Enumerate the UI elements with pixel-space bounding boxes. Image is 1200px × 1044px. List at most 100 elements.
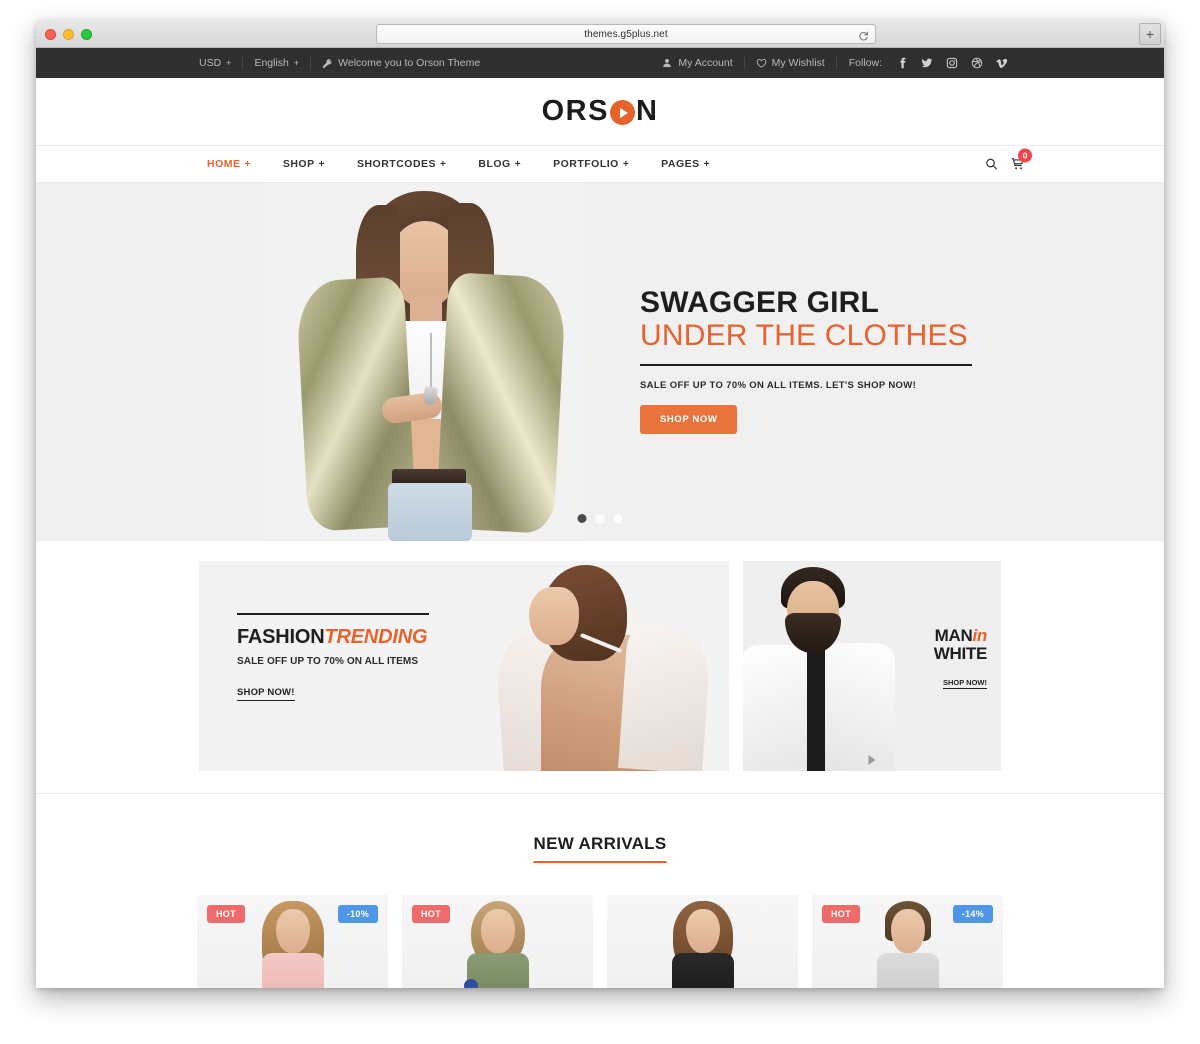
divider xyxy=(835,57,837,69)
my-account-label: My Account xyxy=(678,57,733,69)
welcome-message: Welcome you to Orson Theme xyxy=(311,57,491,69)
minimize-button[interactable] xyxy=(63,29,74,40)
banner-fashion-trending[interactable]: FASHIONTRENDING SALE OFF UP TO 70% ON AL… xyxy=(199,561,729,771)
banner-left-divider xyxy=(237,613,429,615)
banner-right-shop-now-link[interactable]: SHOP NOW! xyxy=(942,678,987,689)
facebook-icon[interactable] xyxy=(896,57,908,69)
hero-slider[interactable]: SWAGGER GIRL UNDER THE CLOTHES SALE OFF … xyxy=(36,183,1164,541)
window-controls xyxy=(45,29,92,40)
nav-label: PAGES xyxy=(661,158,700,170)
play-triangle-icon[interactable] xyxy=(868,755,876,765)
topbar-left: USD + English + Welcome you to Orson The… xyxy=(188,57,491,69)
new-arrivals-section: NEW ARRIVALS HOT -10% HOT HOT -14% xyxy=(36,794,1164,988)
follow-label: Follow: xyxy=(848,57,882,69)
chevron-down-icon: + xyxy=(226,58,232,68)
badge-hot: HOT xyxy=(822,905,860,923)
my-wishlist-label: My Wishlist xyxy=(771,57,825,69)
chevron-down-icon: + xyxy=(440,158,447,170)
close-button[interactable] xyxy=(45,29,56,40)
browser-titlebar: themes.g5plus.net + xyxy=(36,20,1164,48)
my-account-link[interactable]: My Account xyxy=(651,57,743,69)
logo-text-part1: ORS xyxy=(541,95,609,127)
banner-left-title: FASHIONTRENDING xyxy=(237,626,429,649)
currency-selector[interactable]: USD + xyxy=(188,57,242,69)
product-image-1 xyxy=(245,895,341,988)
new-tab-button[interactable]: + xyxy=(1139,23,1161,45)
nav-item-home[interactable]: HOME + xyxy=(191,158,267,170)
vimeo-icon[interactable] xyxy=(996,57,1008,69)
hero-subtitle: UNDER THE CLOTHES xyxy=(640,319,968,353)
url-text: themes.g5plus.net xyxy=(584,28,668,40)
nav-item-portfolio[interactable]: PORTFOLIO + xyxy=(537,158,645,170)
language-selector[interactable]: English + xyxy=(243,57,310,69)
banner-right-title-accent: in xyxy=(972,626,987,645)
product-card-4[interactable]: HOT -14% xyxy=(812,895,1003,988)
slider-dot-2[interactable] xyxy=(595,514,605,523)
reload-icon[interactable] xyxy=(858,29,869,41)
hero-divider xyxy=(640,363,972,366)
chevron-down-icon: + xyxy=(622,158,630,170)
dribbble-icon[interactable] xyxy=(971,57,983,69)
cart-button[interactable]: 0 xyxy=(1011,148,1032,171)
zoom-button[interactable] xyxy=(81,29,92,40)
social-links xyxy=(896,57,1008,69)
nav-item-shop[interactable]: SHOP + xyxy=(267,158,341,170)
nav-label: HOME xyxy=(207,158,241,170)
banner-left-image xyxy=(483,561,713,771)
badge-sale: -14% xyxy=(952,905,993,923)
banner-man-in-white[interactable]: MANin WHITE SHOP NOW! xyxy=(743,561,1001,771)
chevron-down-icon: + xyxy=(703,158,710,170)
banner-left-title-main: FASHION xyxy=(237,626,325,648)
nav-item-pages[interactable]: PAGES + xyxy=(645,158,726,170)
my-wishlist-link[interactable]: My Wishlist xyxy=(745,57,836,69)
currency-label: USD xyxy=(199,57,222,69)
site-logo[interactable]: ORS N xyxy=(542,95,659,128)
banner-right-title: MANin xyxy=(934,626,988,645)
banner-left-text: FASHIONTRENDING SALE OFF UP TO 70% ON AL… xyxy=(237,613,429,701)
hero-text-block: SWAGGER GIRL UNDER THE CLOTHES SALE OFF … xyxy=(640,286,1060,434)
banner-right-image xyxy=(743,561,905,771)
product-image-2 xyxy=(450,895,546,988)
hero-description: SALE OFF UP TO 70% ON ALL ITEMS. LET'S S… xyxy=(640,379,917,391)
topbar-right: My Account My Wishlist Follow: xyxy=(651,57,1008,69)
product-card-2[interactable]: HOT xyxy=(402,895,593,988)
play-circle-icon xyxy=(609,100,635,125)
badge-hot: HOT xyxy=(207,905,245,923)
slider-pagination xyxy=(577,514,623,523)
chevron-down-icon: + xyxy=(514,158,522,170)
main-nav: HOME + SHOP + SHORTCODES + BLOG + PORTFO… xyxy=(191,158,726,170)
product-card-1[interactable]: HOT -10% xyxy=(197,895,388,988)
product-image-3 xyxy=(655,895,751,988)
banner-right-title-main: MAN xyxy=(934,626,973,645)
logo-text-part2: N xyxy=(635,95,659,127)
hero-shop-now-button[interactable]: SHOP NOW xyxy=(640,404,738,434)
heart-icon xyxy=(756,58,767,69)
slider-dot-1[interactable] xyxy=(577,514,587,523)
welcome-text: Welcome you to Orson Theme xyxy=(338,57,481,69)
page-viewport: USD + English + Welcome you to Orson The… xyxy=(36,48,1164,988)
nav-label: SHOP xyxy=(282,158,315,170)
address-bar[interactable]: themes.g5plus.net xyxy=(376,24,876,44)
nav-label: SHORTCODES xyxy=(356,158,437,170)
instagram-icon[interactable] xyxy=(946,57,958,69)
logo-band: ORS N xyxy=(36,78,1164,146)
slider-dot-3[interactable] xyxy=(613,514,623,523)
badge-hot: HOT xyxy=(412,905,450,923)
banner-left-shop-now-link[interactable]: SHOP NOW! xyxy=(237,687,295,701)
section-title: NEW ARRIVALS xyxy=(533,834,667,863)
nav-item-blog[interactable]: BLOG + xyxy=(462,158,537,170)
chevron-down-icon: + xyxy=(318,158,325,170)
user-icon xyxy=(662,58,673,69)
product-grid: HOT -10% HOT HOT -14% xyxy=(36,895,1164,988)
key-icon xyxy=(322,58,333,69)
nav-item-shortcodes[interactable]: SHORTCODES + xyxy=(341,158,462,170)
twitter-icon[interactable] xyxy=(921,57,933,69)
banner-right-title-line2: WHITE xyxy=(933,643,988,663)
language-label: English xyxy=(254,57,289,69)
nav-tools: 0 xyxy=(985,148,1032,171)
nav-label: BLOG xyxy=(478,158,511,170)
search-icon[interactable] xyxy=(985,158,998,171)
product-card-3[interactable] xyxy=(607,895,798,988)
chevron-down-icon: + xyxy=(293,58,300,68)
browser-window: themes.g5plus.net + USD + English + Welc… xyxy=(36,20,1164,988)
